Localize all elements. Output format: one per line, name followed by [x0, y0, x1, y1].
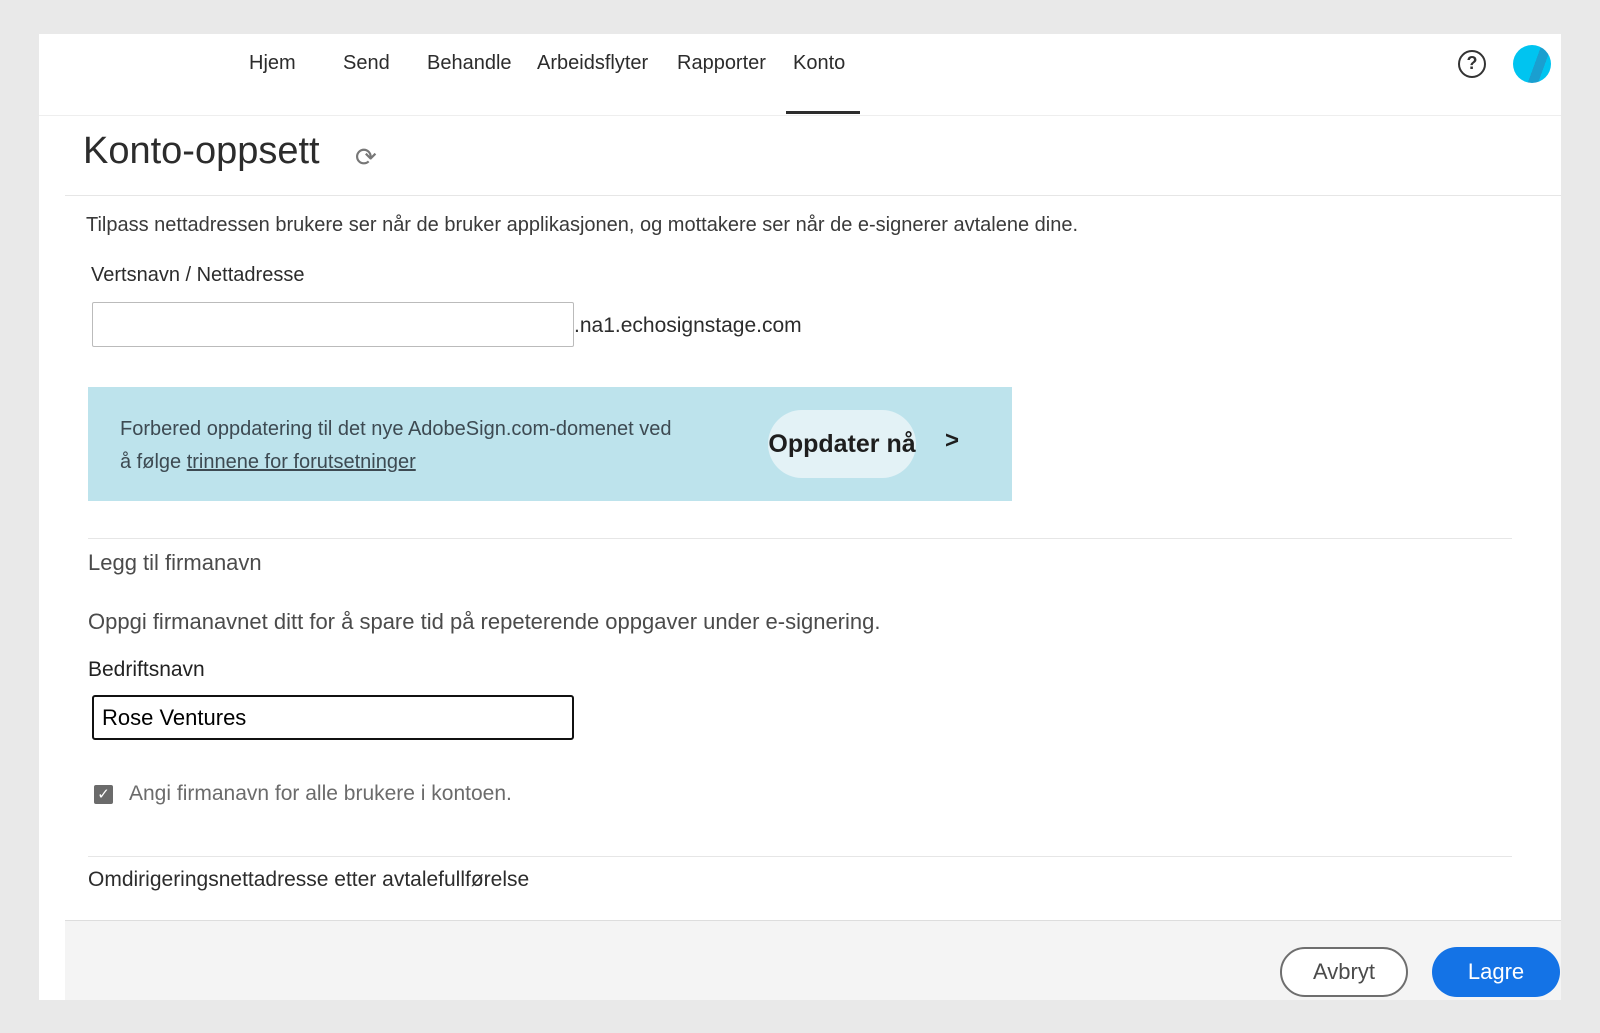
update-now-button[interactable]: Oppdater nå — [768, 410, 916, 478]
divider — [88, 538, 1512, 539]
hostname-input[interactable] — [92, 302, 574, 347]
banner-line1: Forbered oppdatering til det nye AdobeSi… — [120, 418, 672, 440]
main-panel: Hjem Send Behandle Arbeidsflyter Rapport… — [39, 34, 1561, 1000]
company-label: Bedriftsnavn — [88, 658, 205, 681]
company-description: Oppgi firmanavnet ditt for å spare tid p… — [88, 609, 881, 634]
top-nav: Hjem Send Behandle Arbeidsflyter Rapport… — [39, 34, 1561, 116]
avatar[interactable] — [1513, 45, 1551, 83]
nav-send[interactable]: Send — [343, 52, 390, 75]
redirect-heading[interactable]: Omdirigeringsnettadresse etter avtaleful… — [88, 868, 529, 892]
company-name-input[interactable] — [92, 695, 574, 740]
page-title: Konto-oppsett — [83, 130, 320, 172]
nav-behandle[interactable]: Behandle — [427, 52, 512, 75]
banner-line2: å følge — [120, 451, 187, 473]
checkbox-label[interactable]: Angi firmanavn for alle brukere i kontoe… — [129, 782, 512, 806]
prerequisites-link[interactable]: trinnene for forutsetninger — [187, 451, 416, 473]
refresh-icon[interactable]: ⟳ — [355, 142, 377, 173]
hostname-label: Vertsnavn / Nettadresse — [91, 264, 305, 286]
hostname-suffix: .na1.echosignstage.com — [574, 314, 802, 337]
company-heading: Legg til firmanavn — [88, 550, 262, 575]
save-button[interactable]: Lagre — [1432, 947, 1560, 997]
nav-arbeidsflyter[interactable]: Arbeidsflyter — [537, 52, 648, 75]
divider — [88, 856, 1512, 857]
hostname-description: Tilpass nettadressen brukere ser når de … — [86, 214, 1079, 236]
divider — [65, 195, 1561, 196]
banner-text: Forbered oppdatering til det nye AdobeSi… — [120, 413, 671, 479]
checkbox-all-users[interactable]: ✓ — [94, 785, 113, 804]
cancel-button[interactable]: Avbryt — [1280, 947, 1408, 997]
nav-hjem[interactable]: Hjem — [249, 52, 296, 75]
domain-update-banner: Forbered oppdatering til det nye AdobeSi… — [88, 387, 1012, 501]
chevron-right-icon[interactable]: > — [945, 427, 959, 455]
footer-bar: Avbryt Lagre — [65, 920, 1561, 1000]
help-circle-icon[interactable]: ? — [1458, 50, 1486, 78]
nav-konto[interactable]: Konto — [785, 52, 861, 114]
nav-rapporter[interactable]: Rapporter — [677, 52, 766, 75]
